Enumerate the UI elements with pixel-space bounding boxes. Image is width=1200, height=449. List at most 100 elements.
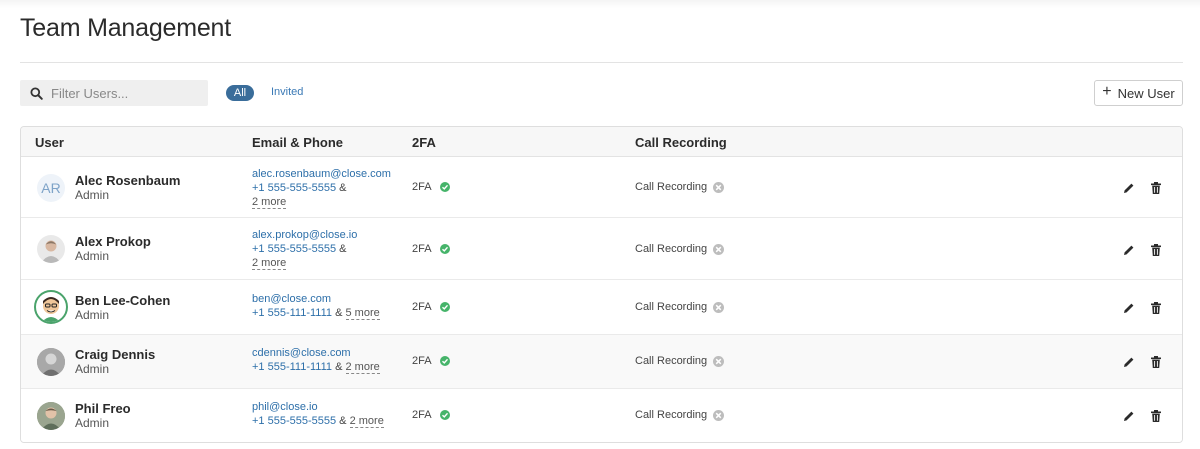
x-circle-icon — [713, 409, 725, 421]
call-recording-label: Call Recording — [635, 181, 708, 193]
ampersand: & — [335, 307, 343, 319]
contact-info: phil@close.io +1 555-555-5555 & 2 more — [252, 400, 384, 428]
filter-invited-tab[interactable]: Invited — [271, 86, 303, 98]
call-recording-status: Call Recording — [635, 243, 725, 255]
more-contacts-link[interactable]: 2 more — [345, 361, 380, 374]
twofa-label: 2FA — [412, 355, 432, 367]
twofa-label: 2FA — [412, 181, 432, 193]
divider — [20, 62, 1183, 63]
table-row: Phil Freo Admin phil@close.io +1 555-555… — [21, 389, 1182, 442]
check-circle-icon — [439, 356, 450, 366]
twofa-status: 2FA — [412, 181, 450, 193]
search-icon — [30, 86, 43, 100]
email-link[interactable]: alex.prokop@close.io — [252, 229, 357, 241]
phone-link[interactable]: +1 555-111-1111 — [252, 307, 332, 319]
trash-icon[interactable] — [1149, 181, 1163, 195]
pencil-icon[interactable] — [1122, 181, 1136, 195]
call-recording-label: Call Recording — [635, 355, 708, 367]
plus-icon: + — [1102, 83, 1112, 100]
x-circle-icon — [713, 301, 725, 313]
table-row: Craig Dennis Admin cdennis@close.com +1 … — [21, 335, 1182, 389]
phone-link[interactable]: +1 555-555-5555 — [252, 243, 336, 255]
call-recording-status: Call Recording — [635, 301, 725, 313]
call-recording-label: Call Recording — [635, 301, 708, 313]
twofa-status: 2FA — [412, 243, 450, 255]
user-name[interactable]: Alec Rosenbaum — [75, 173, 180, 188]
pencil-icon[interactable] — [1122, 243, 1136, 257]
check-circle-icon — [439, 302, 450, 312]
pencil-icon[interactable] — [1122, 355, 1136, 369]
column-header-email-phone: Email & Phone — [252, 135, 344, 150]
ampersand: & — [339, 182, 347, 194]
email-link[interactable]: alec.rosenbaum@close.com — [252, 168, 391, 180]
more-contacts-link[interactable]: 2 more — [349, 415, 384, 428]
phone-link[interactable]: +1 555-555-5555 — [252, 415, 336, 427]
column-header-2fa: 2FA — [412, 135, 436, 150]
x-circle-icon — [713, 355, 725, 367]
filter-users-search[interactable] — [20, 80, 208, 106]
trash-icon[interactable] — [1149, 355, 1163, 369]
user-role: Admin — [75, 249, 110, 263]
twofa-status: 2FA — [412, 301, 450, 313]
phone-link[interactable]: +1 555-555-5555 — [252, 182, 336, 194]
trash-icon[interactable] — [1149, 243, 1163, 257]
avatar — [37, 402, 65, 430]
check-circle-icon — [439, 410, 450, 420]
new-user-button[interactable]: + New User — [1094, 80, 1183, 106]
table-row: Alex Prokop Admin alex.prokop@close.io +… — [21, 218, 1182, 280]
page-title: Team Management — [20, 14, 232, 42]
table-header: User Email & Phone 2FA Call Recording — [21, 127, 1182, 157]
avatar — [37, 348, 65, 376]
avatar: AR — [37, 174, 65, 202]
contact-info: cdennis@close.com +1 555-111-1111 & 2 mo… — [252, 346, 380, 374]
call-recording-label: Call Recording — [635, 243, 708, 255]
avatar — [37, 235, 65, 263]
email-link[interactable]: phil@close.io — [252, 401, 318, 413]
user-name[interactable]: Ben Lee-Cohen — [75, 293, 170, 308]
twofa-label: 2FA — [412, 243, 432, 255]
users-table: User Email & Phone 2FA Call Recording AR… — [20, 126, 1183, 443]
check-circle-icon — [439, 244, 450, 254]
trash-icon[interactable] — [1149, 409, 1163, 423]
user-role: Admin — [75, 308, 110, 322]
pencil-icon[interactable] — [1122, 409, 1136, 423]
column-header-user: User — [35, 135, 64, 150]
user-role: Admin — [75, 416, 110, 430]
top-shadow — [0, 0, 1200, 8]
pencil-icon[interactable] — [1122, 301, 1136, 315]
x-circle-icon — [713, 181, 725, 193]
contact-info: ben@close.com +1 555-111-1111 & 5 more — [252, 292, 380, 320]
contact-info: alex.prokop@close.io +1 555-555-5555 & 2… — [252, 228, 357, 270]
call-recording-label: Call Recording — [635, 409, 708, 421]
check-circle-icon — [439, 182, 450, 192]
user-name[interactable]: Alex Prokop — [75, 234, 151, 249]
twofa-label: 2FA — [412, 301, 432, 313]
twofa-status: 2FA — [412, 409, 450, 421]
ampersand: & — [335, 361, 343, 373]
filter-all-tab[interactable]: All — [226, 85, 254, 101]
user-role: Admin — [75, 362, 110, 376]
table-row: AR Alec Rosenbaum Admin alec.rosenbaum@c… — [21, 157, 1182, 218]
twofa-status: 2FA — [412, 355, 450, 367]
table-row: Ben Lee-Cohen Admin ben@close.com +1 555… — [21, 280, 1182, 335]
email-link[interactable]: ben@close.com — [252, 293, 331, 305]
new-user-label: New User — [1117, 85, 1175, 101]
phone-link[interactable]: +1 555-111-1111 — [252, 361, 332, 373]
column-header-call-recording: Call Recording — [635, 135, 727, 150]
more-contacts-link[interactable]: 5 more — [345, 307, 380, 320]
user-name[interactable]: Craig Dennis — [75, 347, 155, 362]
trash-icon[interactable] — [1149, 301, 1163, 315]
more-contacts-link[interactable]: 2 more — [252, 196, 287, 209]
x-circle-icon — [713, 243, 725, 255]
user-role: Admin — [75, 188, 110, 202]
call-recording-status: Call Recording — [635, 355, 725, 367]
user-name[interactable]: Phil Freo — [75, 401, 131, 416]
twofa-label: 2FA — [412, 409, 432, 421]
call-recording-status: Call Recording — [635, 181, 725, 193]
ampersand: & — [339, 243, 347, 255]
contact-info: alec.rosenbaum@close.com +1 555-555-5555… — [252, 167, 391, 209]
filter-users-input[interactable] — [51, 85, 201, 101]
more-contacts-link[interactable]: 2 more — [252, 257, 287, 270]
email-link[interactable]: cdennis@close.com — [252, 347, 351, 359]
call-recording-status: Call Recording — [635, 409, 725, 421]
